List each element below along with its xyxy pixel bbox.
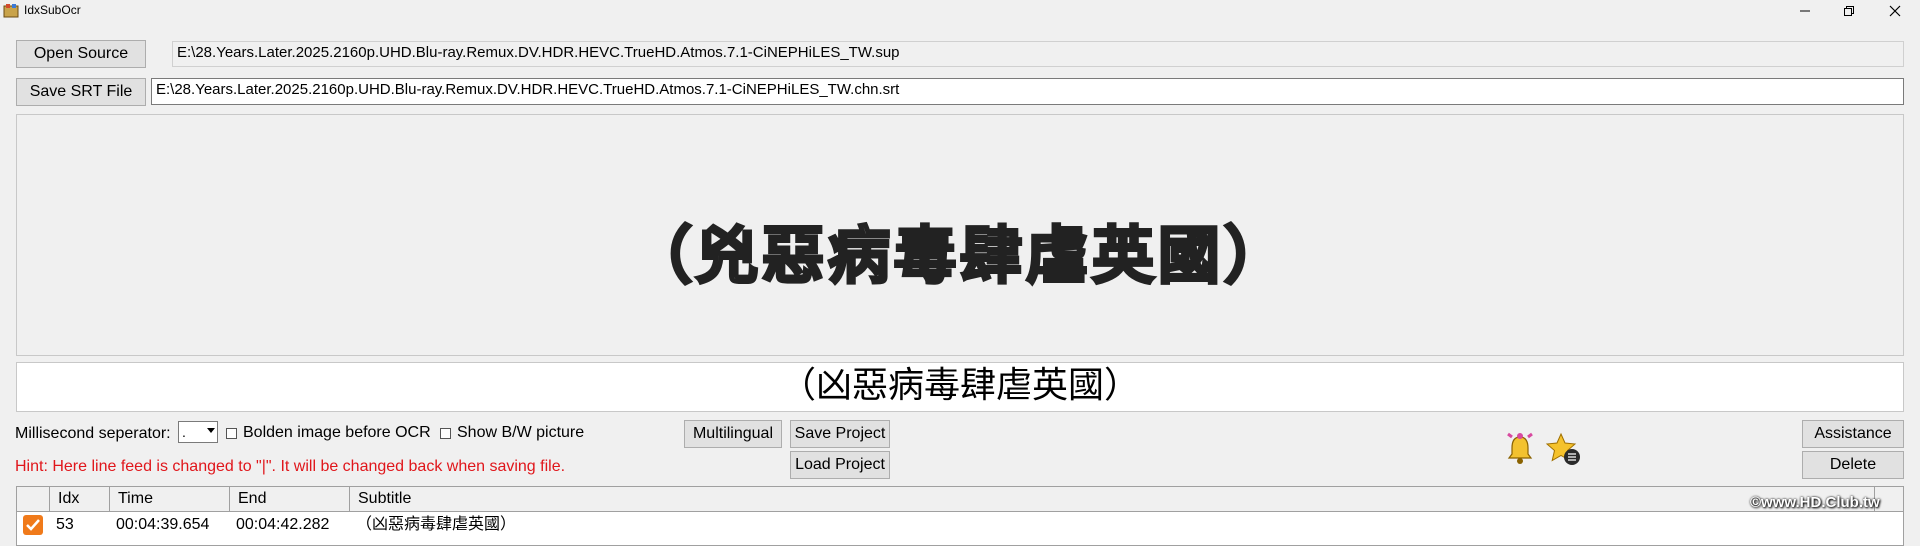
minimize-icon — [1800, 10, 1810, 12]
grid-header: Idx Time End Subtitle — [17, 487, 1903, 512]
save-project-button[interactable]: Save Project — [790, 420, 890, 448]
close-icon — [1889, 5, 1901, 17]
restore-icon — [1844, 6, 1854, 16]
check-icon — [26, 519, 40, 531]
open-source-button[interactable]: Open Source — [16, 40, 146, 68]
maximize-button[interactable] — [1826, 0, 1872, 22]
load-project-button[interactable]: Load Project — [790, 451, 890, 479]
header-subtitle[interactable]: Subtitle — [350, 487, 1875, 511]
multilingual-button[interactable]: Multilingual — [684, 420, 782, 448]
window-title: IdxSubOcr — [24, 3, 81, 17]
close-button[interactable] — [1872, 0, 1918, 22]
cell-end: 00:04:42.282 — [236, 516, 330, 533]
bolden-label: Bolden image before OCR — [243, 424, 431, 441]
show-bw-checkbox[interactable] — [440, 428, 451, 439]
srt-path-input[interactable]: E:\28.Years.Later.2025.2160p.UHD.Blu-ray… — [151, 78, 1904, 105]
save-srt-button[interactable]: Save SRT File — [16, 78, 146, 106]
header-end[interactable]: End — [230, 487, 350, 511]
assistance-button[interactable]: Assistance — [1802, 420, 1904, 448]
source-path-field[interactable]: E:\28.Years.Later.2025.2160p.UHD.Blu-ray… — [172, 41, 1904, 67]
table-row[interactable]: 53 00:04:39.654 00:04:42.282 （凶惡病毒肆虐英國） — [17, 512, 1903, 538]
bolden-checkbox[interactable] — [226, 428, 237, 439]
delete-button[interactable]: Delete — [1802, 451, 1904, 479]
row-checkbox[interactable] — [23, 515, 43, 535]
hint-text: Hint: Here line feed is changed to "|". … — [15, 458, 566, 475]
title-bar: IdxSubOcr — [0, 0, 1920, 22]
subtitle-image-preview: （兇惡病毒肆虐英國） — [16, 114, 1904, 356]
cell-idx: 53 — [56, 516, 74, 533]
chevron-down-icon — [207, 428, 215, 433]
ms-separator-label: Millisecond seperator: — [15, 425, 171, 442]
header-check — [17, 487, 50, 511]
cell-time: 00:04:39.654 — [116, 516, 210, 533]
ms-separator-select[interactable]: . — [178, 421, 218, 443]
header-time[interactable]: Time — [110, 487, 230, 511]
minimize-button[interactable] — [1782, 0, 1828, 22]
ocr-text-editor[interactable]: （凶惡病毒肆虐英國） — [16, 362, 1904, 412]
cell-subtitle: （凶惡病毒肆虐英國） — [356, 516, 517, 533]
show-bw-label: Show B/W picture — [457, 424, 585, 441]
star-list-icon[interactable] — [1545, 431, 1581, 467]
subtitle-grid[interactable]: Idx Time End Subtitle 53 00:04:39.654 00… — [16, 486, 1904, 546]
bell-icon[interactable] — [1502, 431, 1538, 467]
ms-separator-value: . — [182, 424, 186, 440]
subtitle-image-text: （兇惡病毒肆虐英國） — [628, 218, 1290, 294]
watermark: ©www.HD.Club.tw — [1750, 494, 1880, 511]
header-idx[interactable]: Idx — [50, 487, 110, 511]
app-icon — [3, 4, 19, 18]
